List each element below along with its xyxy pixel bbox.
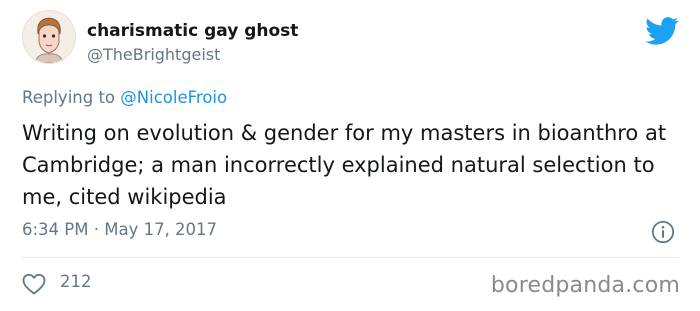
boredpanda-watermark: boredpanda.com	[490, 273, 680, 298]
replying-prefix: Replying to	[22, 88, 121, 107]
tweet-text: Writing on evolution & gender for my mas…	[22, 121, 667, 209]
info-icon[interactable]	[651, 220, 675, 244]
user-handle[interactable]: @TheBrightgeist	[87, 45, 220, 64]
like-count: 212	[60, 272, 92, 291]
divider	[22, 257, 678, 258]
avatar[interactable]	[22, 10, 76, 64]
reply-mention-link[interactable]: @NicoleFroio	[120, 88, 227, 107]
twitter-bird-icon[interactable]	[645, 17, 679, 45]
display-name[interactable]: charismatic gay ghost	[87, 21, 298, 41]
replying-to: Replying to @NicoleFroio	[22, 88, 227, 107]
tweet-timestamp[interactable]: 6:34 PM · May 17, 2017	[22, 220, 217, 239]
heart-icon[interactable]	[22, 273, 46, 295]
avatar-illustration	[23, 11, 75, 63]
